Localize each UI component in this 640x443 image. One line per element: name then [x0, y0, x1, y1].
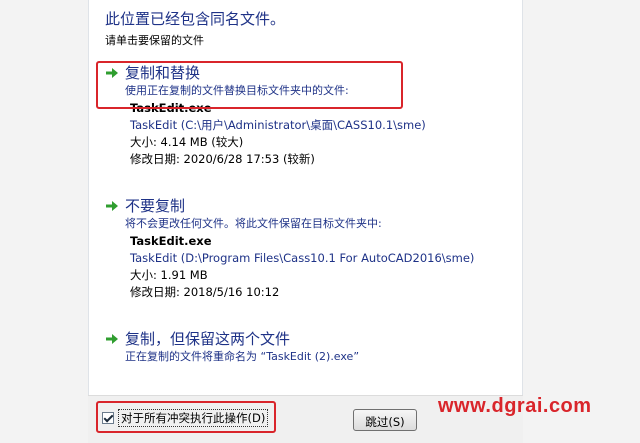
- file-info-destination: TaskEdit.exe TaskEdit (D:\Program Files\…: [130, 233, 474, 301]
- green-arrow-icon: [106, 201, 118, 211]
- file-size: 大小: 4.14 MB (较大): [130, 135, 244, 149]
- file-modified: 修改日期: 2020/6/28 17:53 (较新): [130, 152, 315, 166]
- background-right: [523, 0, 640, 443]
- watermark-text: www.dgrai.com: [438, 395, 592, 417]
- option-keep-both[interactable]: 复制，但保留这两个文件 正在复制的文件将重命名为 “TaskEdit (2).e…: [95, 328, 515, 368]
- green-arrow-icon: [106, 334, 118, 344]
- file-path: TaskEdit (C:\用户\Administrator\桌面\CASS10.…: [130, 118, 426, 132]
- dialog-subtitle: 请单击要保留的文件: [105, 34, 204, 47]
- file-modified: 修改日期: 2018/5/16 10:12: [130, 285, 280, 299]
- option-dont-copy[interactable]: 不要复制 将不会更改任何文件。将此文件保留在目标文件夹中:: [95, 195, 515, 235]
- background-left: [0, 0, 88, 443]
- file-info-source: TaskEdit.exe TaskEdit (C:\用户\Administrat…: [130, 100, 426, 168]
- highlight-box-checkbox: [96, 401, 276, 433]
- file-path: TaskEdit (D:\Program Files\Cass10.1 For …: [130, 251, 475, 265]
- highlight-box-option: [96, 61, 403, 109]
- dialog-title: 此位置已经包含同名文件。: [105, 10, 286, 28]
- file-size: 大小: 1.91 MB: [130, 268, 208, 282]
- option-description: 将不会更改任何文件。将此文件保留在目标文件夹中:: [125, 217, 382, 230]
- file-name: TaskEdit.exe: [130, 234, 212, 248]
- option-description: 正在复制的文件将重命名为 “TaskEdit (2).exe”: [125, 350, 360, 363]
- option-title: 不要复制: [125, 197, 186, 215]
- skip-button[interactable]: 跳过(S): [353, 409, 417, 431]
- option-title: 复制，但保留这两个文件: [125, 330, 291, 348]
